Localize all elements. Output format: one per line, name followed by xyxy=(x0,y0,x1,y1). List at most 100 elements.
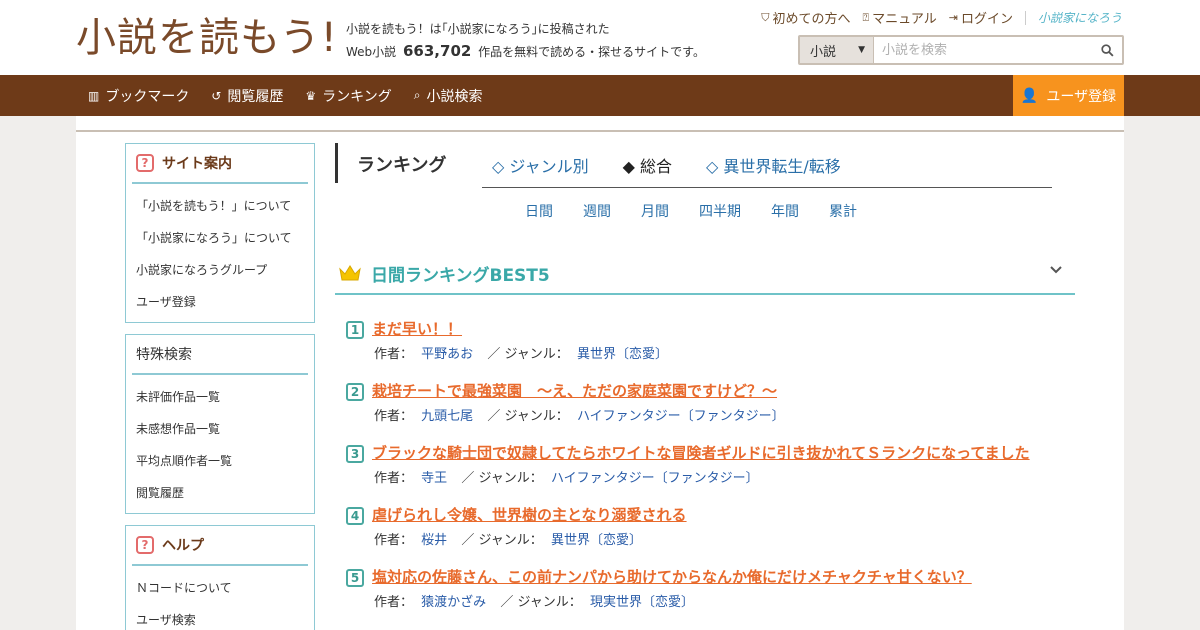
search-icon xyxy=(1100,43,1114,57)
login-link[interactable]: ⇥ ログイン xyxy=(949,8,1013,27)
author-link[interactable]: 平野あお xyxy=(421,347,473,362)
caret-down-icon: ▼ xyxy=(858,45,865,55)
tagline-suffix: 作品を無料で読める・探せるサイトです。 xyxy=(478,45,705,59)
sidebar-item-no-review[interactable]: 未感想作品一覧 xyxy=(126,413,314,445)
first-time-label: 初めての方へ xyxy=(772,12,851,27)
first-time-link[interactable]: ⛉ 初めての方へ xyxy=(761,8,851,28)
work-title-link[interactable]: まだ早い！！ xyxy=(372,318,462,339)
top-links: ⛉ 初めての方へ ⍰ マニュアル ⇥ ログイン 小説家になろう xyxy=(761,8,1122,27)
best5-header[interactable]: 日間ランキングBEST5 xyxy=(335,253,1075,295)
search-type-value: 小説 xyxy=(810,44,837,60)
gutter-left xyxy=(0,116,76,630)
rank-number-icon: 5 xyxy=(346,569,364,587)
site-logo[interactable]: 小説を読もう! xyxy=(76,14,338,62)
genre-link[interactable]: ハイファンタジー〔ファンタジー〕 xyxy=(551,471,759,486)
work-title-link[interactable]: 虐げられし令嬢、世界樹の主となり溺愛される xyxy=(372,504,687,525)
nav-search[interactable]: ⌕ 小説検索 xyxy=(414,86,483,106)
register-button[interactable]: 👤 ユーザ登録 xyxy=(1013,75,1124,116)
search-icon: ⌕ xyxy=(413,88,421,102)
manual-label: マニュアル xyxy=(872,12,937,27)
chevron-down-icon[interactable] xyxy=(1049,264,1063,279)
site-guide-title: ? サイト案内 xyxy=(132,144,308,184)
site-guide-box: ? サイト案内 「小説を読もう！」について 「小説家になろう」について 小説家に… xyxy=(125,143,315,323)
genre-link[interactable]: 異世界〔恋愛〕 xyxy=(577,347,668,362)
search-button[interactable] xyxy=(1092,37,1122,63)
ranking-title: ランキング xyxy=(357,155,447,176)
ranking-item: 4 虐げられし令嬢、世界樹の主となり溺愛される 作者： 桜井 ／ ジャンル： 異… xyxy=(335,499,1075,561)
period-quarterly[interactable]: 四半期 xyxy=(699,201,741,221)
work-title-link[interactable]: ブラックな騎士団で奴隷してたらホワイトな冒険者ギルドに引き抜かれてＳランクになっ… xyxy=(372,442,1030,463)
ranking-item: 1 まだ早い！！ 作者： 平野あお ／ ジャンル： 異世界〔恋愛〕 xyxy=(335,313,1075,375)
genre-link[interactable]: 現実世界〔恋愛〕 xyxy=(590,595,694,610)
manual-link[interactable]: ⍰ マニュアル xyxy=(863,8,937,28)
history-icon: ↺ xyxy=(211,88,222,103)
nav-bookmark[interactable]: ▥ ブックマーク xyxy=(88,86,189,106)
question-icon: ? xyxy=(136,536,154,554)
author-label: 作者： xyxy=(374,347,414,362)
sidebar-item-user-search[interactable]: ユーザ検索 xyxy=(126,604,314,630)
search-input[interactable] xyxy=(874,37,1092,63)
tab-overall[interactable]: ◆ 総合 xyxy=(623,153,672,177)
work-title-link[interactable]: 栽培チートで最強菜園 ～え、ただの家庭菜園ですけど？～ xyxy=(372,380,777,401)
nav-bookmark-label: ブックマーク xyxy=(105,88,190,105)
sidebar-item-group[interactable]: 小説家になろうグループ xyxy=(126,254,314,286)
nav-ranking[interactable]: ♛ ランキング xyxy=(305,86,391,106)
ranking-bar xyxy=(335,143,338,183)
main-content: ランキング ◇ ジャンル別 ◆ 総合 ◇ 異世界転生/転移 日間 週間 月間 四… xyxy=(335,143,1075,610)
bookmark-icon: ▥ xyxy=(88,88,100,103)
user-icon: 👤 xyxy=(1020,87,1039,104)
sidebar-item-unrated[interactable]: 未評価作品一覧 xyxy=(126,381,314,413)
tab-genre[interactable]: ◇ ジャンル別 xyxy=(492,153,589,177)
period-monthly[interactable]: 月間 xyxy=(641,201,669,221)
work-meta: 作者： 猿渡かざみ ／ ジャンル： 現実世界〔恋愛〕 xyxy=(374,591,694,610)
tab-divider xyxy=(482,187,1052,188)
sidebar-item-ncode[interactable]: Ｎコードについて xyxy=(126,572,314,604)
rank-number-icon: 2 xyxy=(346,383,364,401)
work-meta: 作者： 桜井 ／ ジャンル： 異世界〔恋愛〕 xyxy=(374,529,642,548)
sidebar-item-history[interactable]: 閲覧履歴 xyxy=(126,477,314,509)
search-box: 小説 ▼ xyxy=(798,35,1124,65)
nav-search-label: 小説検索 xyxy=(426,88,483,105)
genre-label: ／ ジャンル： xyxy=(487,347,569,362)
period-yearly[interactable]: 年間 xyxy=(771,201,799,221)
author-label: 作者： xyxy=(374,533,414,548)
shield-icon: ⛉ xyxy=(761,10,770,24)
ranking-list: 1 まだ早い！！ 作者： 平野あお ／ ジャンル： 異世界〔恋愛〕 2 栽培チー… xyxy=(335,313,1075,623)
work-title-link[interactable]: 塩対応の佐藤さん、この前ナンパから助けてからなんか俺にだけメチャクチャ甘くない？ xyxy=(372,566,972,587)
period-daily[interactable]: 日間 xyxy=(525,201,553,221)
period-total[interactable]: 累計 xyxy=(829,201,857,221)
sidebar-item-about-yomou[interactable]: 「小説を読もう！」について xyxy=(126,190,314,222)
special-search-title-text: 特殊検索 xyxy=(136,347,192,363)
site-guide-title-text: サイト案内 xyxy=(162,156,232,172)
gutter-right xyxy=(1124,116,1200,630)
crown-icon xyxy=(339,265,361,281)
period-weekly[interactable]: 週間 xyxy=(583,201,611,221)
genre-label: ／ ジャンル： xyxy=(487,409,569,424)
tagline-line2: Web小説 663,702 作品を無料で読める・探せるサイトです。 xyxy=(346,40,705,63)
search-type-select[interactable]: 小説 ▼ xyxy=(800,37,874,63)
genre-label: ／ ジャンル： xyxy=(461,533,543,548)
help-list: Ｎコードについて ユーザ検索 xyxy=(126,566,314,630)
author-link[interactable]: 寺王 xyxy=(421,471,447,486)
author-link[interactable]: 桜井 xyxy=(421,533,447,548)
sidebar-item-about-narou[interactable]: 「小説家になろう」について xyxy=(126,222,314,254)
nav-ranking-label: ランキング xyxy=(322,88,392,105)
genre-link[interactable]: ハイファンタジー〔ファンタジー〕 xyxy=(577,409,785,424)
sidebar-item-avg-authors[interactable]: 平均点順作者一覧 xyxy=(126,445,314,477)
tagline-prefix: Web小説 xyxy=(346,45,397,59)
tab-isekai[interactable]: ◇ 異世界転生/転移 xyxy=(706,153,841,177)
nav-history-label: 閲覧履歴 xyxy=(227,88,284,105)
nav-items: ▥ ブックマーク ↺ 閲覧履歴 ♛ ランキング ⌕ 小説検索 xyxy=(88,75,483,116)
narou-brand-link[interactable]: 小説家になろう xyxy=(1038,9,1122,26)
author-label: 作者： xyxy=(374,409,414,424)
nav-history[interactable]: ↺ 閲覧履歴 xyxy=(211,86,283,106)
author-link[interactable]: 猿渡かざみ xyxy=(421,595,486,610)
ranking-header: ランキング ◇ ジャンル別 ◆ 総合 ◇ 異世界転生/転移 xyxy=(335,143,1075,185)
tagline-line1: 小説を読もう！は｢小説家になろう｣に投稿された xyxy=(346,22,610,36)
author-label: 作者： xyxy=(374,471,414,486)
sidebar-item-register[interactable]: ユーザ登録 xyxy=(126,286,314,318)
author-link[interactable]: 九頭七尾 xyxy=(421,409,473,424)
genre-link[interactable]: 異世界〔恋愛〕 xyxy=(551,533,642,548)
best5-title: 日間ランキングBEST5 xyxy=(371,265,550,286)
rank-number-icon: 3 xyxy=(346,445,364,463)
